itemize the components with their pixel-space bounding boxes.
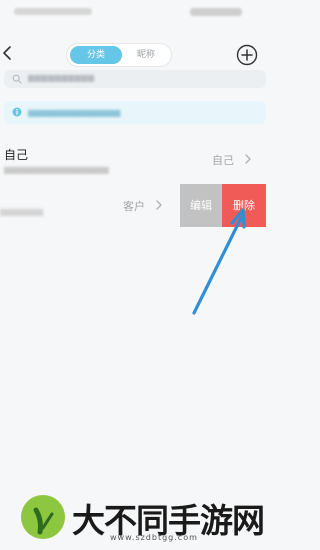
watermark: 大不同手游网 www.szdbtgg.com (18, 492, 265, 547)
list-item-client-swiped[interactable]: ▆▆▆▆▆▆▆ 客户 编辑 删除 (0, 184, 269, 228)
add-icon[interactable] (236, 44, 258, 66)
status-bar-left-blurred (14, 8, 92, 15)
watermark-logo-icon (21, 495, 65, 539)
list-item-left-blurred: ▆▆▆▆▆▆▆ (0, 207, 44, 216)
chevron-right-icon (156, 200, 162, 210)
back-icon[interactable] (0, 42, 18, 64)
search-bar[interactable]: ▆▆▆▆▆▆▆▆▆▆ (4, 70, 266, 88)
search-placeholder-blurred: ▆▆▆▆▆▆▆▆▆▆ (28, 73, 95, 82)
list-item-title: 自己 (4, 148, 29, 162)
delete-button[interactable]: 删除 (222, 184, 266, 227)
list-item-value: 客户 (123, 200, 145, 213)
list-item-value: 自己 (212, 154, 234, 167)
notice-text-blurred: ▆▆▆▆▆▆▆▆▆▆▆▆▆▆▆ (28, 108, 121, 117)
status-bar-right-blurred (190, 8, 242, 16)
top-nav: 分类 昵称 (0, 38, 269, 72)
info-icon (12, 107, 22, 117)
watermark-url: www.szdbtgg.com (110, 533, 198, 542)
tab-nickname[interactable]: 昵称 (123, 46, 169, 64)
list-item-self[interactable]: 自己 ▆▆▆▆▆▆▆▆▆▆▆▆▆▆▆▆▆ 自己 (0, 136, 269, 180)
status-bar (0, 0, 269, 26)
segmented-control: 分类 昵称 (66, 43, 172, 67)
list-item-subtitle-blurred: ▆▆▆▆▆▆▆▆▆▆▆▆▆▆▆▆▆ (4, 165, 109, 174)
chevron-right-icon (245, 154, 251, 164)
edit-button[interactable]: 编辑 (180, 184, 222, 227)
notice-banner: ▆▆▆▆▆▆▆▆▆▆▆▆▆▆▆ (4, 101, 266, 124)
tab-category[interactable]: 分类 (70, 46, 122, 64)
search-icon (12, 74, 22, 84)
